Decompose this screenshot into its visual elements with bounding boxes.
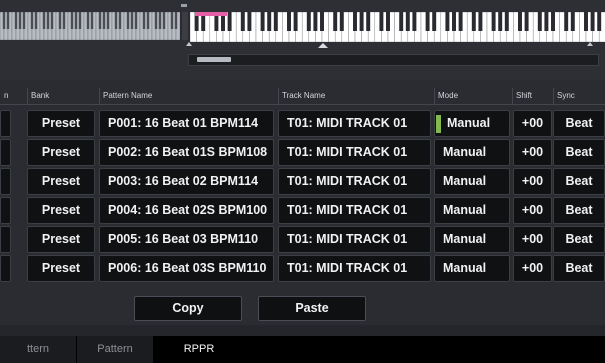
pattern-name-cell[interactable]: P005: 16 Beat 03 BPM110 [99,226,274,253]
right-range-arrow-icon[interactable] [587,42,593,46]
pattern-name-cell[interactable]: P003: 16 Beat 02 BPM114 [99,168,274,195]
sync-cell[interactable]: Beat [553,197,605,224]
shift-cell[interactable]: +00 [513,168,552,195]
track-name-cell[interactable]: T01: MIDI TRACK 01 [278,226,431,253]
piano-keyboard[interactable] [188,12,605,42]
mini-keyboard-overview[interactable] [0,12,182,40]
paste-button[interactable]: Paste [258,296,366,321]
track-name-cell[interactable]: T01: MIDI TRACK 01 [278,110,431,137]
table-row[interactable]: Preset P006: 16 Beat 03S BPM110 T01: MIDI … [0,255,605,283]
row-index-cell [0,168,11,195]
track-name-cell[interactable]: T01: MIDI TRACK 01 [278,168,431,195]
mode-cell[interactable]: Manual [434,197,510,224]
keyboard-scrollbar[interactable] [188,54,599,66]
track-name-cell[interactable]: T01: MIDI TRACK 01 [278,197,431,224]
track-name-cell[interactable]: T01: MIDI TRACK 01 [278,139,431,166]
left-range-arrow-icon[interactable] [186,42,192,46]
bank-cell[interactable]: Preset [27,197,95,224]
table-row[interactable]: Preset P001: 16 Beat 01 BPM114 T01: MIDI T… [0,110,605,138]
pattern-name-cell[interactable]: P006: 16 Beat 03S BPM110 [99,255,274,282]
bank-cell[interactable]: Preset [27,139,95,166]
row-index-cell [0,197,11,224]
row-index-cell [0,226,11,253]
mode-active-indicator [436,115,441,133]
mini-keyboard-keys [0,12,180,40]
shift-cell[interactable]: +00 [513,110,552,137]
row-index-cell [0,110,11,137]
table-row[interactable]: Preset P002: 16 Beat 01S BPM108 T01: MIDI … [0,139,605,167]
bank-cell[interactable]: Preset [27,168,95,195]
table-row[interactable]: Preset P004: 16 Beat 02S BPM100 T01: MIDI … [0,197,605,225]
copy-button[interactable]: Copy [134,296,242,321]
pattern-name-cell[interactable]: P004: 16 Beat 02S BPM100 [99,197,274,224]
mode-cell[interactable]: Manual [434,110,510,137]
row-index-cell [0,139,11,166]
shift-cell[interactable]: +00 [513,197,552,224]
pattern-name-cell[interactable]: P001: 16 Beat 01 BPM114 [99,110,274,137]
shift-cell[interactable]: +00 [513,226,552,253]
table-row[interactable]: Preset P005: 16 Beat 03 BPM110 T01: MIDI T… [0,226,605,254]
keyboard-top-tick [181,4,187,7]
header-index: n [4,91,9,100]
mode-cell[interactable]: Manual [434,168,510,195]
note-range-marker [195,12,227,16]
table-header-row: n Bank Pattern Name Track Name Mode Shif… [0,88,605,105]
keyboard-scrollbar-thumb[interactable] [197,57,231,62]
sync-cell[interactable]: Beat [553,255,605,282]
rppr-table: n Bank Pattern Name Track Name Mode Shif… [0,80,605,325]
sync-cell[interactable]: Beat [553,110,605,137]
page-tab-bar: ttern Pattern RPPR [0,336,605,363]
track-name-cell[interactable]: T01: MIDI TRACK 01 [278,255,431,282]
bank-cell[interactable]: Preset [27,255,95,282]
sync-cell[interactable]: Beat [553,168,605,195]
header-mode: Mode [434,88,511,104]
header-sync: Sync [553,88,605,104]
tab-pattern[interactable]: Pattern [77,336,153,363]
bank-cell[interactable]: Preset [27,110,95,137]
mode-cell[interactable]: Manual [434,139,510,166]
mode-label: Manual [447,116,491,130]
bank-cell[interactable]: Preset [27,226,95,253]
table-row[interactable]: Preset P003: 16 Beat 02 BPM114 T01: MIDI T… [0,168,605,196]
header-shift: Shift [512,88,552,104]
center-position-arrow-icon[interactable] [318,43,328,48]
pattern-name-cell[interactable]: P002: 16 Beat 01S BPM108 [99,139,274,166]
shift-cell[interactable]: +00 [513,255,552,282]
tab-rppr[interactable]: RPPR [154,336,244,363]
sync-cell[interactable]: Beat [553,226,605,253]
piano-keys [190,12,605,42]
sync-cell[interactable]: Beat [553,139,605,166]
keyboard-area [0,0,605,80]
header-track-name: Track Name [278,88,434,104]
shift-cell[interactable]: +00 [513,139,552,166]
tab-pattern-partial[interactable]: ttern [0,336,76,363]
mode-cell[interactable]: Manual [434,226,510,253]
mode-cell[interactable]: Manual [434,255,510,282]
header-bank: Bank [27,88,98,104]
header-pattern-name: Pattern Name [99,88,277,104]
row-index-cell [0,255,11,282]
